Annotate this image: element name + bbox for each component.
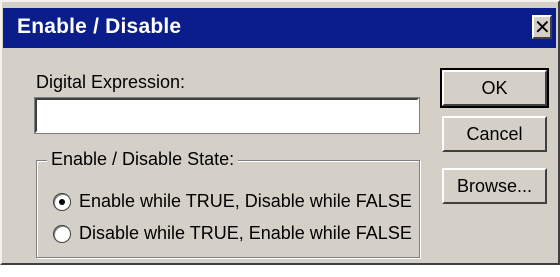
digital-expression-label: Digital Expression: (36, 72, 186, 92)
enable-disable-dialog: Enable / Disable ✕ Digital Expression: E… (0, 0, 560, 265)
window-title: Enable / Disable (17, 15, 182, 38)
browse-button[interactable]: Browse... (442, 168, 547, 204)
radio-label: Disable while TRUE, Enable while FALSE (79, 223, 412, 243)
enable-disable-state-group: Enable / Disable State: Enable while TRU… (36, 149, 420, 258)
radio-label: Enable while TRUE, Disable while FALSE (79, 191, 412, 211)
digital-expression-input[interactable] (34, 97, 420, 134)
title-bar: Enable / Disable ✕ (3, 8, 556, 48)
cancel-button[interactable]: Cancel (442, 116, 547, 152)
close-button[interactable]: ✕ (532, 15, 552, 39)
close-icon: ✕ (534, 15, 551, 39)
state-group-label: Enable / Disable State: (47, 149, 239, 170)
radio-button-checked[interactable] (53, 193, 71, 211)
radio-button-unchecked[interactable] (53, 225, 71, 243)
ok-button[interactable]: OK (440, 68, 549, 108)
